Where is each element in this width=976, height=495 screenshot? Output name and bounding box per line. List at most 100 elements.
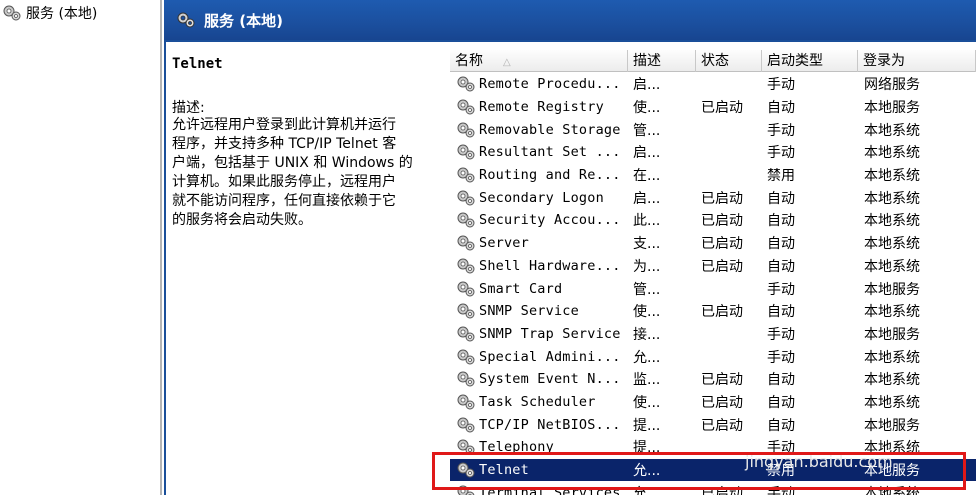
service-description: 接... <box>633 326 661 343</box>
service-name: Shell Hardware... <box>479 257 621 274</box>
service-name: Telephony <box>479 439 554 456</box>
service-row[interactable]: Remote Registry 使... 已启动 自动 本地服务 <box>450 96 976 119</box>
service-status: 已启动 <box>701 213 743 230</box>
service-gear-icon <box>456 143 476 161</box>
service-logon-as: 本地系统 <box>864 236 920 253</box>
service-row[interactable]: SNMP Trap Service 接... 手动 本地服务 <box>450 323 976 346</box>
service-description: 为... <box>633 258 661 275</box>
service-name: Security Accou... <box>479 212 621 229</box>
service-logon-as: 本地服务 <box>864 417 920 434</box>
service-gear-icon <box>456 484 476 495</box>
service-gear-icon <box>456 461 476 479</box>
service-name-cell: TCP/IP NetBIOS... <box>450 416 628 434</box>
description-line: 程序，并支持多种 TCP/IP Telnet 客 <box>172 136 397 152</box>
service-row[interactable]: Removable Storage 管... 手动 本地系统 <box>450 118 976 141</box>
description-text: 允许远程用户登录到此计算机并运行 程序，并支持多种 TCP/IP Telnet … <box>172 116 440 230</box>
service-startup-type: 自动 <box>767 190 795 207</box>
service-row[interactable]: Server 支... 已启动 自动 本地系统 <box>450 232 976 255</box>
service-row[interactable]: Remote Procedu... 启... 手动 网络服务 <box>450 73 976 96</box>
service-name: Terminal Services <box>479 484 621 495</box>
service-status: 已启动 <box>701 258 743 275</box>
service-row[interactable]: Security Accou... 此... 已启动 自动 本地系统 <box>450 209 976 232</box>
service-gear-icon <box>456 75 476 93</box>
column-header-startup-type[interactable]: 启动类型 <box>762 50 858 72</box>
description-label: 描述: <box>172 100 205 116</box>
service-name-cell: Security Accou... <box>450 211 628 229</box>
service-startup-type: 自动 <box>767 100 795 117</box>
service-row[interactable]: Terminal Services 允... 已启动 手动 本地系统 <box>450 481 976 495</box>
service-gear-icon <box>456 257 476 275</box>
service-description: 提... <box>633 440 661 457</box>
service-startup-type: 自动 <box>767 417 795 434</box>
service-logon-as: 本地系统 <box>864 394 920 411</box>
service-logon-as: 本地系统 <box>864 258 920 275</box>
service-gear-icon <box>456 370 476 388</box>
column-header-name[interactable]: 名称 △ <box>450 50 628 72</box>
service-name-cell: Terminal Services <box>450 484 628 495</box>
service-gear-icon <box>456 166 476 184</box>
service-status: 已启动 <box>701 372 743 389</box>
service-row[interactable]: Smart Card 管... 手动 本地服务 <box>450 277 976 300</box>
service-gear-icon <box>456 189 476 207</box>
service-startup-type: 自动 <box>767 304 795 321</box>
service-logon-as: 本地服务 <box>864 281 920 298</box>
column-header-status[interactable]: 状态 <box>696 50 762 72</box>
service-gear-icon <box>456 348 476 366</box>
tree-node-services-local[interactable]: 服务 (本地) <box>2 3 97 23</box>
service-logon-as: 本地系统 <box>864 122 920 139</box>
service-gear-icon <box>456 211 476 229</box>
service-row[interactable]: Telephony 提... 手动 本地系统 <box>450 436 976 459</box>
service-logon-as: 本地系统 <box>864 213 920 230</box>
service-status: 已启动 <box>701 100 743 117</box>
service-row[interactable]: Telnet 允... 禁用 本地服务 <box>450 458 976 482</box>
service-logon-as: 网络服务 <box>864 77 920 94</box>
selected-service-name: Telnet <box>172 56 223 72</box>
service-name-cell: Secondary Logon <box>450 189 628 207</box>
service-name: Special Admini... <box>479 348 621 365</box>
service-row[interactable]: Task Scheduler 使... 已启动 自动 本地系统 <box>450 391 976 414</box>
service-status: 已启动 <box>701 304 743 321</box>
service-gear-icon <box>456 438 476 456</box>
service-name: Task Scheduler <box>479 393 596 410</box>
service-name-cell: Remote Procedu... <box>450 75 628 93</box>
service-logon-as: 本地系统 <box>864 485 920 495</box>
service-row[interactable]: System Event N... 监... 已启动 自动 本地系统 <box>450 368 976 391</box>
description-line: 的服务将会启动失败。 <box>172 212 312 228</box>
panel-title: 服务 (本地) <box>204 11 283 30</box>
service-name: Routing and Re... <box>479 167 621 184</box>
service-row[interactable]: Resultant Set ... 启... 手动 本地系统 <box>450 141 976 164</box>
service-description: 允... <box>633 349 661 366</box>
service-name-cell: System Event N... <box>450 370 628 388</box>
service-row[interactable]: TCP/IP NetBIOS... 提... 已启动 自动 本地服务 <box>450 413 976 436</box>
service-startup-type: 自动 <box>767 394 795 411</box>
service-gear-icon <box>456 121 476 139</box>
service-row[interactable]: Special Admini... 允... 手动 本地系统 <box>450 345 976 368</box>
service-row[interactable]: Secondary Logon 启... 已启动 自动 本地系统 <box>450 186 976 209</box>
service-name-cell: Removable Storage <box>450 121 628 139</box>
service-logon-as: 本地系统 <box>864 372 920 389</box>
service-row[interactable]: SNMP Service 使... 已启动 自动 本地系统 <box>450 300 976 323</box>
service-description: 提... <box>633 417 661 434</box>
column-header-logon-as[interactable]: 登录为 <box>858 50 976 72</box>
service-gear-icon <box>456 234 476 252</box>
service-row[interactable]: Routing and Re... 在... 禁用 本地系统 <box>450 164 976 187</box>
service-logon-as: 本地系统 <box>864 190 920 207</box>
services-list: 名称 △ 描述 状态 启动类型 登录为 Remote Procedu... 启...… <box>450 42 976 495</box>
service-name-cell: Server <box>450 234 628 252</box>
service-row[interactable]: Shell Hardware... 为... 已启动 自动 本地系统 <box>450 255 976 278</box>
service-name-cell: Routing and Re... <box>450 166 628 184</box>
service-startup-type: 自动 <box>767 236 795 253</box>
service-name-cell: SNMP Trap Service <box>450 325 628 343</box>
service-rows: Remote Procedu... 启... 手动 网络服务 Remote Regist… <box>450 73 976 495</box>
service-name: Removable Storage <box>479 121 621 138</box>
service-logon-as: 本地服务 <box>864 326 920 343</box>
service-name: Remote Procedu... <box>479 76 621 93</box>
tree-pane: 服务 (本地) <box>0 0 162 495</box>
service-description: 使... <box>633 100 661 117</box>
service-startup-type: 手动 <box>767 77 795 94</box>
service-logon-as: 本地服务 <box>864 100 920 117</box>
column-header-description[interactable]: 描述 <box>628 50 696 72</box>
service-description: 启... <box>633 145 661 162</box>
service-name-cell: Smart Card <box>450 280 628 298</box>
description-line: 允许远程用户登录到此计算机并运行 <box>172 117 396 133</box>
